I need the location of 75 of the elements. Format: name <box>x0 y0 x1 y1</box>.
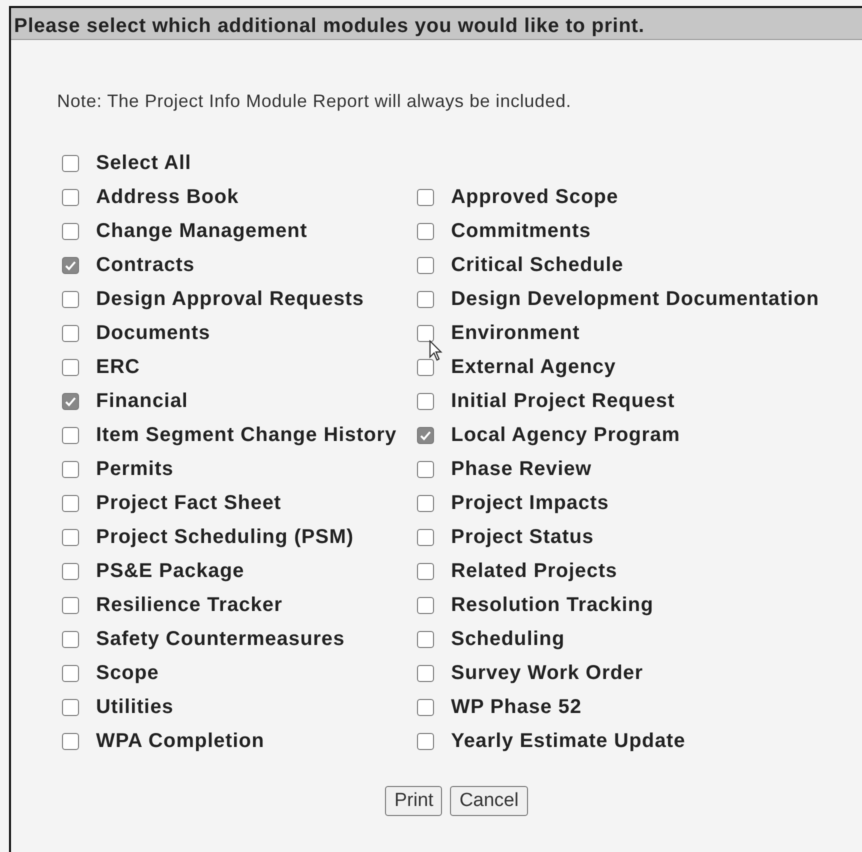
checkbox-label: Contracts <box>96 253 195 278</box>
checkbox[interactable] <box>62 494 79 512</box>
checkbox-label: Commitments <box>451 219 591 244</box>
checkbox[interactable] <box>62 256 79 274</box>
checkbox-label: WP Phase 52 <box>451 695 582 720</box>
checkbox-label: Scheduling <box>451 627 565 652</box>
checkbox[interactable] <box>62 732 79 750</box>
checkbox[interactable] <box>62 698 79 716</box>
checkbox[interactable] <box>417 222 434 240</box>
checkbox-label: Environment <box>451 321 580 346</box>
checkbox-label: Permits <box>96 457 174 482</box>
checkbox[interactable] <box>62 324 79 342</box>
checkbox-label: Critical Schedule <box>451 253 624 278</box>
checkbox[interactable] <box>417 732 434 750</box>
checkbox-label: WPA Completion <box>96 729 264 754</box>
checkbox[interactable] <box>62 154 79 172</box>
checkbox[interactable] <box>417 290 434 308</box>
checkbox[interactable] <box>62 630 79 648</box>
checkbox-label: Project Impacts <box>451 491 609 516</box>
checkbox-label: Change Management <box>96 219 308 244</box>
checkbox[interactable] <box>417 460 434 478</box>
checkbox[interactable] <box>62 528 79 546</box>
checkbox-label: Scope <box>96 661 160 686</box>
checkbox-label: External Agency <box>451 355 616 380</box>
checkbox[interactable] <box>62 222 79 240</box>
checkbox[interactable] <box>417 358 434 376</box>
checkbox[interactable] <box>417 188 434 206</box>
checkbox-label: Address Book <box>96 185 239 210</box>
checkbox[interactable] <box>417 256 434 274</box>
checkbox[interactable] <box>62 426 79 444</box>
checkbox[interactable] <box>62 664 79 682</box>
checkbox[interactable] <box>62 392 79 410</box>
checkbox-label: Item Segment Change History <box>96 423 397 448</box>
checkbox-label: Financial <box>96 389 188 414</box>
checkbox-label: Utilities <box>96 695 174 720</box>
checkbox[interactable] <box>62 358 79 376</box>
checkbox[interactable] <box>417 324 434 342</box>
checkbox[interactable] <box>417 426 434 444</box>
checkbox[interactable] <box>417 698 434 716</box>
checkbox[interactable] <box>62 188 79 206</box>
checkbox-label: Yearly Estimate Update <box>451 729 686 754</box>
checkbox[interactable] <box>62 596 79 614</box>
checkbox-label: Resilience Tracker <box>96 593 282 618</box>
checkbox-label: Project Fact Sheet <box>96 491 282 516</box>
checkbox-label: Design Development Documentation <box>451 287 820 312</box>
checkbox-label: Project Status <box>451 525 594 550</box>
checkbox-label: Phase Review <box>451 457 592 482</box>
checkbox-label: Initial Project Request <box>451 389 675 414</box>
checkbox-label: Local Agency Program <box>451 423 680 448</box>
dialog-button[interactable]: Print <box>385 786 442 816</box>
checkbox[interactable] <box>417 392 434 410</box>
checkbox-label: PS&E Package <box>96 559 244 584</box>
checkbox[interactable] <box>417 528 434 546</box>
checkbox[interactable] <box>62 562 79 580</box>
checkbox-label: Select All <box>96 151 192 176</box>
dialog-title: Please select which additional modules you would like to print. <box>11 8 862 40</box>
checkbox[interactable] <box>417 664 434 682</box>
checkbox[interactable] <box>417 630 434 648</box>
checkbox[interactable] <box>62 290 79 308</box>
checkbox-label: Design Approval Requests <box>96 287 364 312</box>
dialog-button[interactable]: Cancel <box>450 786 528 816</box>
checkbox[interactable] <box>62 460 79 478</box>
checkbox[interactable] <box>417 596 434 614</box>
checkbox-label: Resolution Tracking <box>451 593 654 618</box>
cursor-icon <box>429 340 443 362</box>
checkbox[interactable] <box>417 562 434 580</box>
checkbox-label: ERC <box>96 355 140 380</box>
note-text: Note: The Project Info Module Report will always be included. <box>57 91 572 111</box>
checkbox[interactable] <box>417 494 434 512</box>
checkbox-label: Project Scheduling (PSM) <box>96 525 354 550</box>
checkbox-label: Safety Countermeasures <box>96 627 345 652</box>
checkbox-label: Related Projects <box>451 559 618 584</box>
checkbox-label: Survey Work Order <box>451 661 644 686</box>
checkbox-label: Documents <box>96 321 210 346</box>
checkbox-label: Approved Scope <box>451 185 618 210</box>
